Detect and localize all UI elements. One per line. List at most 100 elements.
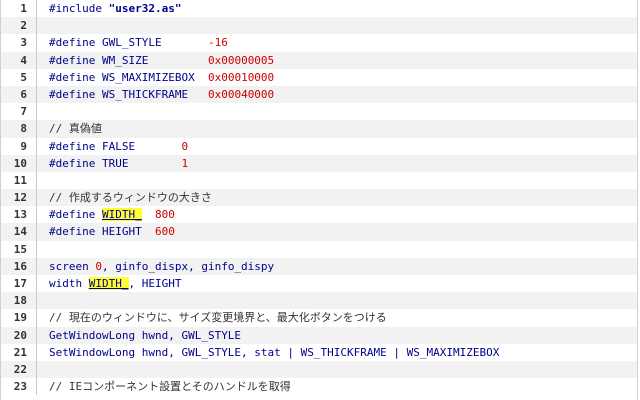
code-token: , ginfo_dispx, ginfo_dispy	[101, 259, 275, 273]
code-text: #define TRUE 1	[37, 155, 188, 172]
code-token: "user32.as"	[108, 2, 182, 15]
line-number: 19	[1, 309, 37, 327]
code-line[interactable]: 20 GetWindowLong hwnd, GWL_STYLE	[1, 326, 637, 344]
code-line[interactable]: 18	[1, 292, 637, 310]
line-number: 1	[1, 0, 37, 18]
line-number: 17	[1, 275, 37, 293]
code-text: // 現在のウィンドウに、サイズ変更境界と、最大化ボタンをつける	[37, 309, 387, 326]
line-number: 8	[1, 120, 37, 138]
code-text: // IEコンポーネント設置とそのハンドルを取得	[37, 378, 291, 395]
code-text: #define HEIGHT 600	[37, 223, 175, 240]
code-line[interactable]: 16 screen 0, ginfo_dispx, ginfo_dispy	[1, 257, 637, 275]
code-viewer[interactable]: 1 #include "user32.as" 2 3 #define GWL_STYLE…	[0, 0, 638, 400]
code-token: 600	[154, 225, 175, 239]
line-number: 23	[1, 378, 37, 396]
line-number: 16	[1, 257, 37, 275]
code-text: GetWindowLong hwnd, GWL_STYLE	[37, 327, 241, 344]
code-token: hwnd, GWL_STYLE, stat | WS_THICKFRAME | …	[141, 345, 500, 359]
code-line[interactable]: 23 // IEコンポーネント設置とそのハンドルを取得	[1, 378, 637, 396]
code-line[interactable]: 7	[1, 103, 637, 121]
code-token: #define WM_SIZE	[49, 53, 208, 67]
code-token: , HEIGHT	[128, 277, 182, 290]
code-text: width WIDTH_, HEIGHT	[37, 275, 181, 292]
code-text: #define WM_SIZE 0x00000005	[37, 52, 274, 69]
line-number: 9	[1, 137, 37, 155]
code-token: 0x00010000	[207, 70, 275, 84]
code-line[interactable]: 2	[1, 17, 637, 35]
code-text: #define GWL_STYLE -16	[37, 34, 228, 51]
code-line[interactable]: 6 #define WS_THICKFRAME 0x00040000	[1, 85, 637, 104]
code-line[interactable]: 3 #define GWL_STYLE -16	[1, 34, 637, 52]
code-token: 0	[181, 139, 189, 153]
line-number: 21	[1, 343, 37, 361]
code-token: 0x00000005	[207, 53, 275, 67]
line-number: 18	[1, 292, 37, 310]
code-token: #define WS_MAXIMIZEBOX	[49, 70, 208, 84]
line-number: 13	[1, 206, 37, 224]
code-line[interactable]: 5 #define WS_MAXIMIZEBOX 0x00010000	[1, 68, 637, 86]
line-number: 2	[1, 17, 37, 35]
code-token: 0x00040000	[207, 87, 275, 101]
code-token: -16	[207, 36, 228, 50]
code-text: #define FALSE 0	[37, 138, 188, 155]
code-line[interactable]: 21 SetWindowLong hwnd, GWL_STYLE, stat | …	[1, 343, 637, 361]
code-line[interactable]: 15	[1, 240, 637, 258]
line-number: 7	[1, 103, 37, 121]
code-token: // 真偽値	[49, 122, 102, 136]
code-line[interactable]: 22	[1, 360, 637, 379]
code-text: #include "user32.as"	[37, 0, 181, 17]
line-number: 3	[1, 34, 37, 52]
code-token: #define GWL_STYLE	[49, 36, 208, 50]
code-line[interactable]: 1 #include "user32.as"	[1, 0, 637, 18]
line-number: 6	[1, 85, 37, 104]
code-line[interactable]: 8 // 真偽値	[1, 120, 637, 138]
code-text: // 真偽値	[37, 120, 102, 137]
code-token: #define	[49, 208, 102, 222]
code-token: 0	[95, 259, 102, 273]
code-token: #define FALSE	[49, 139, 182, 153]
search-highlight: WIDTH_	[88, 277, 129, 290]
code-line[interactable]: 11	[1, 171, 637, 190]
code-text: #define WS_THICKFRAME 0x00040000	[37, 86, 274, 103]
code-token: #define WS_THICKFRAME	[49, 87, 208, 101]
code-line[interactable]: 9 #define FALSE 0	[1, 137, 637, 155]
code-line[interactable]: 4 #define WM_SIZE 0x00000005	[1, 51, 637, 69]
line-number: 22	[1, 360, 37, 379]
code-token: 1	[181, 156, 189, 170]
code-token: GetWindowLong	[49, 328, 142, 342]
code-token: 800	[154, 208, 175, 222]
code-token: #include	[49, 2, 109, 15]
code-line[interactable]: 10 #define TRUE 1	[1, 154, 637, 172]
code-line[interactable]: 17 width WIDTH_, HEIGHT	[1, 275, 637, 293]
code-line[interactable]: 13 #define WIDTH_ 800	[1, 206, 637, 224]
line-number: 4	[1, 51, 37, 69]
code-line[interactable]: 14 #define HEIGHT 600	[1, 223, 637, 241]
code-token: SetWindowLong	[49, 345, 142, 359]
code-token: // 現在のウィンドウに、サイズ変更境界と、最大化ボタンをつける	[49, 311, 387, 325]
code-token: hwnd, GWL_STYLE	[141, 328, 242, 342]
code-text: // 作成するウィンドウの大きさ	[37, 189, 212, 206]
line-number: 14	[1, 223, 37, 241]
code-text: SetWindowLong hwnd, GWL_STYLE, stat | WS…	[37, 344, 499, 361]
code-token: screen	[49, 259, 96, 273]
code-line[interactable]: 19 // 現在のウィンドウに、サイズ変更境界と、最大化ボタンをつける	[1, 309, 637, 327]
search-highlight: WIDTH_	[101, 208, 142, 222]
code-text: #define WS_MAXIMIZEBOX 0x00010000	[37, 69, 274, 86]
line-number: 12	[1, 189, 37, 207]
code-text: #define WIDTH_ 800	[37, 206, 175, 223]
code-line[interactable]: 12 // 作成するウィンドウの大きさ	[1, 189, 637, 207]
code-token: // 作成するウィンドウの大きさ	[49, 191, 212, 205]
line-number: 5	[1, 68, 37, 86]
code-text: screen 0, ginfo_dispx, ginfo_dispy	[37, 258, 274, 275]
line-number: 10	[1, 154, 37, 172]
line-number: 20	[1, 326, 37, 344]
line-number: 11	[1, 171, 37, 190]
code-token: #define TRUE	[49, 156, 182, 170]
